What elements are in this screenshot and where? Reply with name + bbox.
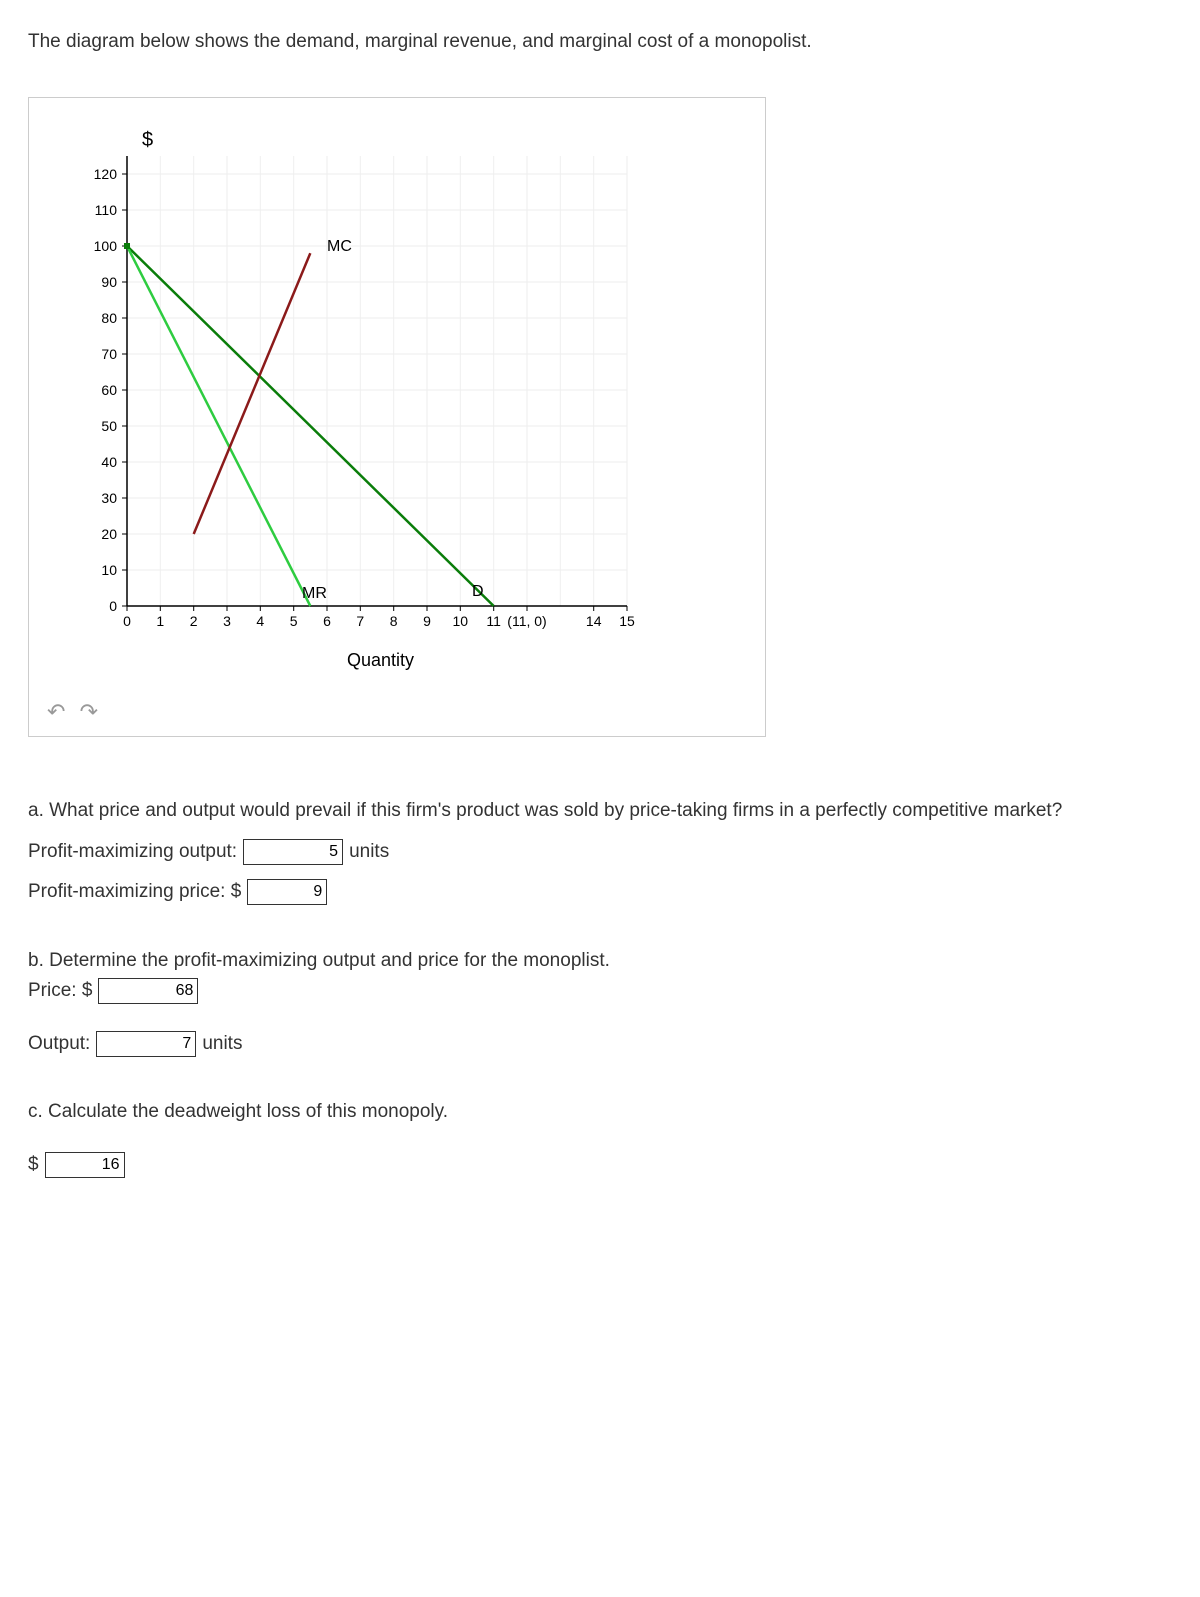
svg-text:120: 120 [94,166,118,182]
question-c-prompt: c. Calculate the deadweight loss of this… [28,1098,1172,1127]
redo-icon[interactable]: ↷ [80,699,98,724]
svg-text:15: 15 [619,613,635,629]
qb-output-label: Output: [28,1030,90,1059]
svg-text:14: 14 [586,613,602,629]
svg-text:10: 10 [101,562,117,578]
svg-text:(11, 0): (11, 0) [507,613,546,629]
qc-value-input[interactable] [45,1152,125,1178]
qa-price-label: Profit-maximizing price: $ [28,878,241,907]
qb-price-label: Price: $ [28,977,92,1006]
d-label: D [472,583,484,600]
svg-text:0: 0 [109,598,117,614]
qa-output-input[interactable] [243,839,343,865]
svg-text:110: 110 [95,202,118,218]
svg-text:1: 1 [156,613,164,629]
svg-text:100: 100 [94,238,118,254]
svg-text:4: 4 [256,613,264,629]
svg-text:40: 40 [101,454,117,470]
svg-text:20: 20 [101,526,117,542]
svg-text:2: 2 [190,613,198,629]
question-a-prompt: a. What price and output would prevail i… [28,797,1172,826]
svg-text:6: 6 [323,613,331,629]
chart-toolbar: ↶ ↷ [47,695,747,728]
svg-text:9: 9 [423,613,431,629]
svg-text:10: 10 [453,613,469,629]
monopolist-chart: 0 10 20 30 40 50 60 70 80 90 100 110 120… [47,116,687,676]
chart-container: 0 10 20 30 40 50 60 70 80 90 100 110 120… [28,97,766,738]
qb-output-input[interactable] [96,1031,196,1057]
intro-text: The diagram below shows the demand, marg… [28,28,1172,57]
mc-label: MC [327,238,352,255]
qa-output-unit: units [349,838,389,867]
qb-output-unit: units [202,1030,242,1059]
svg-text:90: 90 [101,274,117,290]
svg-text:50: 50 [101,418,117,434]
svg-text:0: 0 [123,613,131,629]
svg-text:80: 80 [101,310,117,326]
question-b-prompt: b. Determine the profit-maximizing outpu… [28,947,1172,976]
question-a: a. What price and output would prevail i… [28,797,1172,907]
qa-output-label: Profit-maximizing output: [28,838,237,867]
x-axis-label: Quantity [347,650,414,670]
svg-text:8: 8 [390,613,398,629]
qb-price-input[interactable] [98,978,198,1004]
qa-price-input[interactable] [247,879,327,905]
svg-text:11: 11 [486,613,501,629]
qc-currency: $ [28,1151,39,1180]
svg-text:30: 30 [101,490,117,506]
undo-icon[interactable]: ↶ [47,699,65,724]
question-b: b. Determine the profit-maximizing outpu… [28,947,1172,1059]
svg-text:7: 7 [356,613,364,629]
mr-label: MR [302,585,327,602]
svg-text:3: 3 [223,613,231,629]
svg-text:60: 60 [101,382,117,398]
svg-text:70: 70 [101,346,117,362]
question-c: c. Calculate the deadweight loss of this… [28,1098,1172,1179]
svg-text:5: 5 [290,613,298,629]
y-axis-label: $ [142,129,153,151]
